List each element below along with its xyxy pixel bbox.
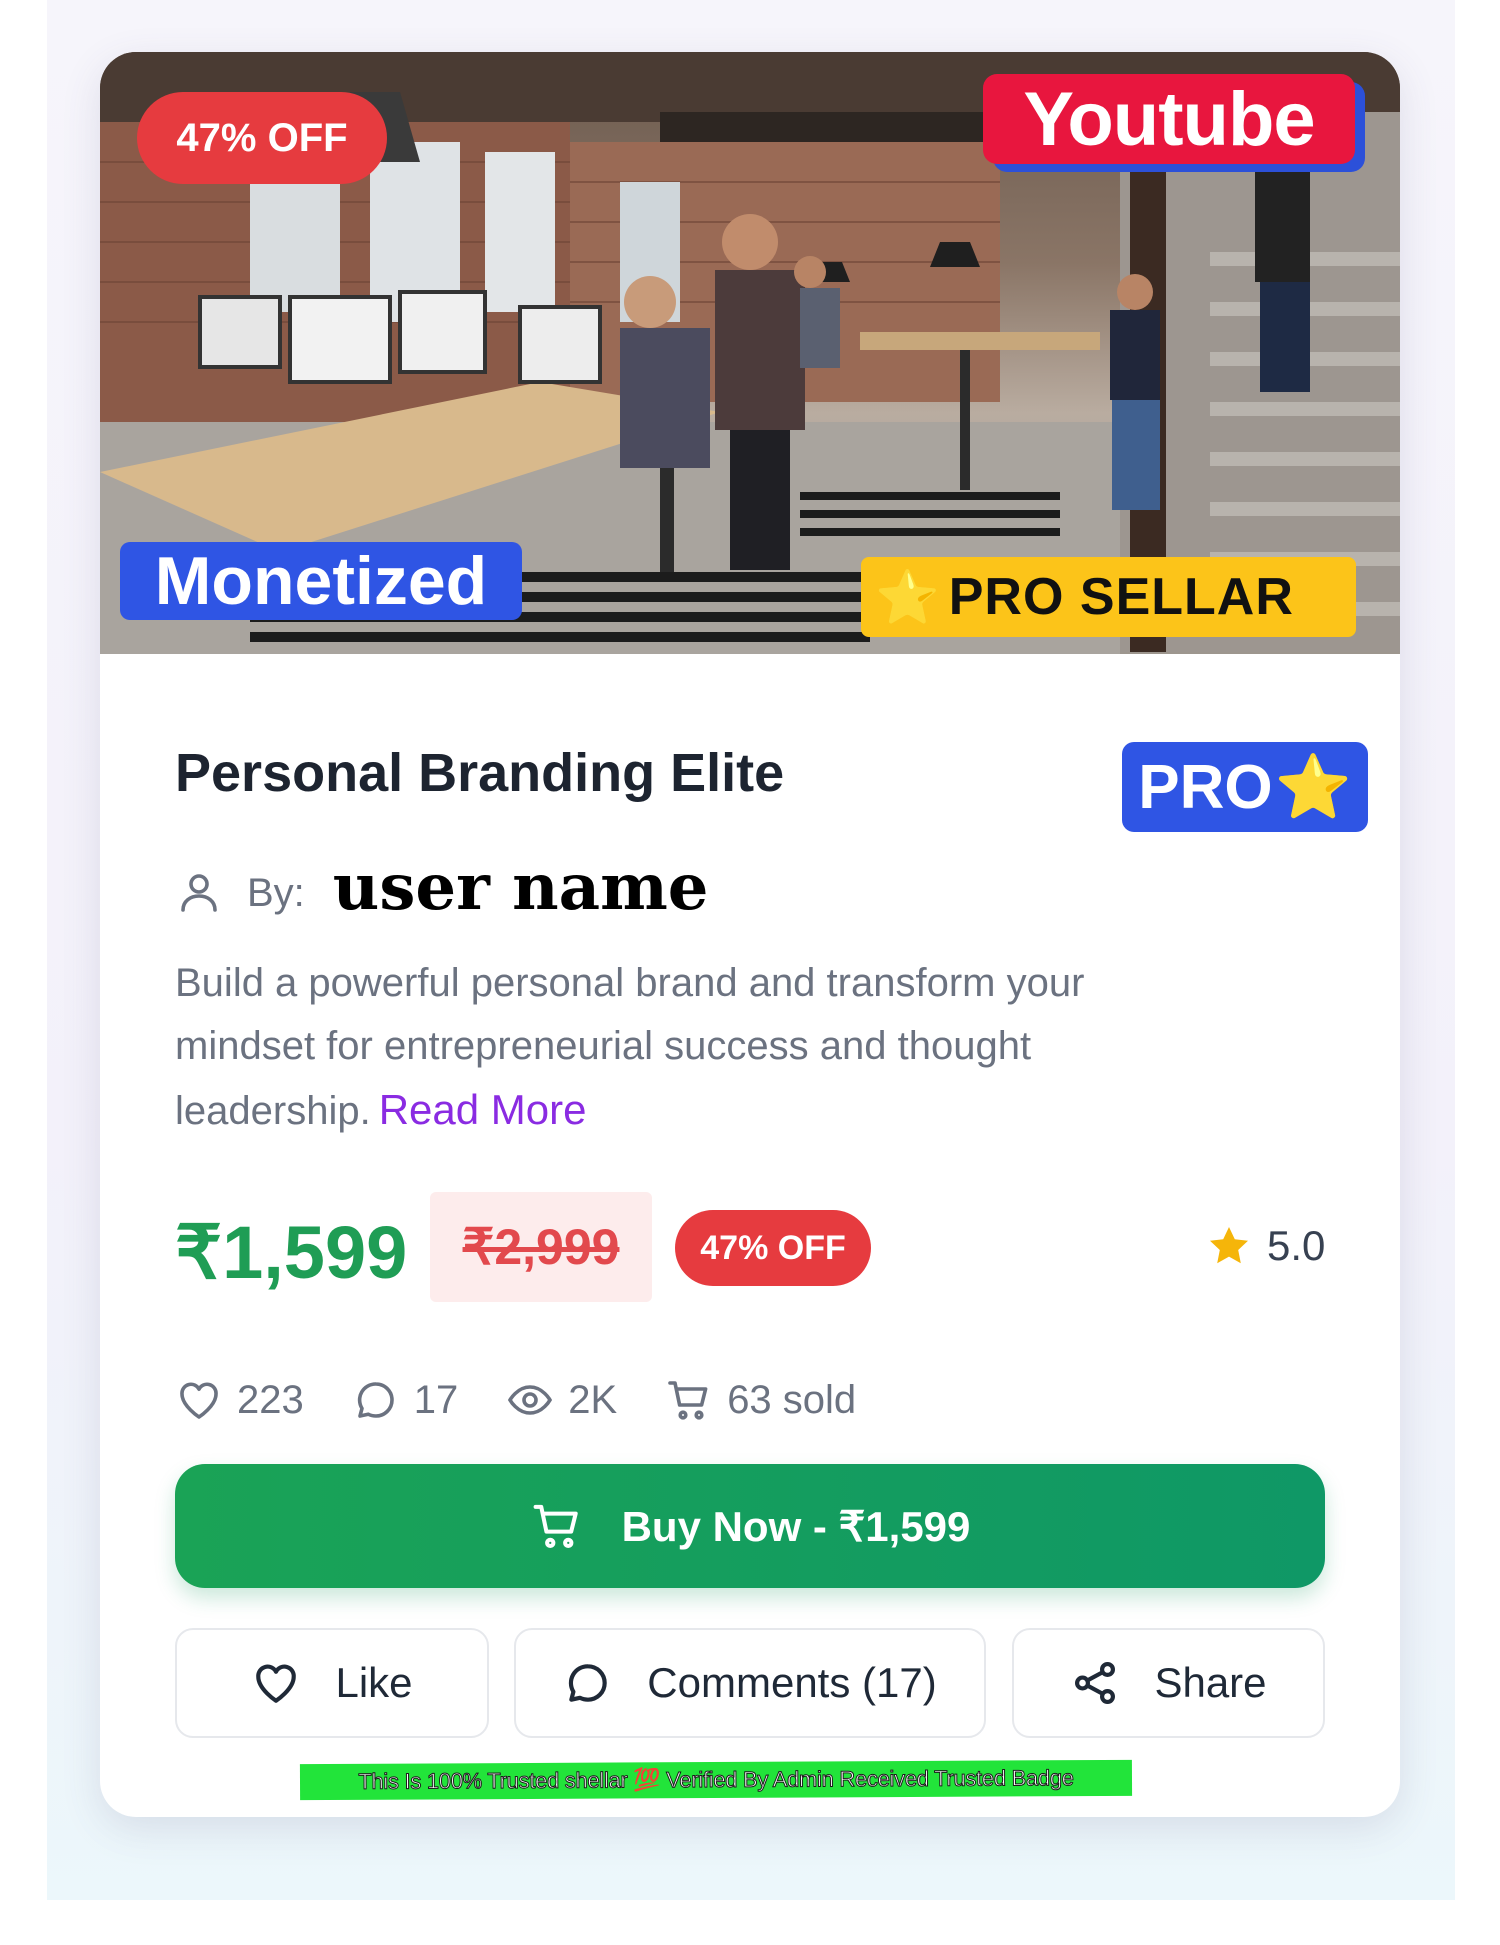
like-button[interactable]: Like <box>175 1628 489 1738</box>
cart-icon <box>533 1504 578 1549</box>
comments-label: Comments (17) <box>647 1659 937 1706</box>
product-thumbnail[interactable]: 47% OFF Youtube Monetized ⭐ PRO SELLAR <box>100 52 1400 654</box>
original-price: ₹2,999 <box>462 1219 620 1275</box>
heart-icon <box>256 1664 297 1703</box>
monetized-badge: Monetized <box>120 542 522 620</box>
views-count: 2K <box>568 1377 618 1422</box>
current-price: ₹1,599 <box>175 1211 408 1294</box>
youtube-badge: Youtube <box>983 74 1355 164</box>
rating-value: 5.0 <box>1267 1222 1326 1269</box>
comments-button[interactable]: Comments (17) <box>514 1628 986 1738</box>
cart-icon <box>668 1381 708 1420</box>
description-text: Build a powerful personal brand and tran… <box>175 961 1085 1133</box>
original-price-box: ₹2,999 <box>430 1192 652 1302</box>
likes-stat: 223 <box>175 1376 304 1424</box>
pro-label: PRO <box>1138 752 1273 822</box>
author-byline: By: user name <box>175 842 709 932</box>
buy-now-label: Buy Now - ₹1,599 <box>621 1502 971 1550</box>
trusted-seller-note: This Is 100% Trusted shellar 💯 Verified … <box>299 1759 1133 1801</box>
pro-badge: PRO ⭐ <box>1122 742 1368 832</box>
by-label: By: <box>247 870 305 915</box>
read-more-link[interactable]: Read More <box>379 1086 587 1133</box>
comment-icon <box>569 1664 608 1702</box>
share-label: Share <box>1154 1659 1267 1706</box>
rating: 5.0 <box>1205 1222 1325 1270</box>
star-icon: ⭐ <box>1274 752 1352 822</box>
sold-stat: 63 sold <box>665 1376 856 1424</box>
product-title[interactable]: Personal Branding Elite <box>175 742 784 804</box>
like-label: Like <box>335 1659 413 1706</box>
pro-seller-badge: ⭐ PRO SELLAR <box>861 557 1356 637</box>
heart-icon <box>180 1382 218 1419</box>
product-card[interactable]: 47% OFF Youtube Monetized ⭐ PRO SELLAR P… <box>100 52 1400 1817</box>
price-row: ₹1,599 ₹2,999 47% OFF 5.0 <box>175 1192 1335 1312</box>
discount-badge: 47% OFF <box>137 92 387 184</box>
views-stat: 2K <box>506 1376 617 1424</box>
share-button[interactable]: Share <box>1012 1628 1325 1738</box>
share-icon <box>1075 1661 1116 1705</box>
comment-icon <box>357 1382 394 1418</box>
user-icon <box>181 874 217 912</box>
star-icon: ⭐ <box>875 568 941 627</box>
star-icon <box>1210 1227 1248 1264</box>
comments-stat: 17 <box>352 1376 459 1424</box>
sold-count: 63 sold <box>727 1377 857 1422</box>
product-description: Build a powerful personal brand and tran… <box>175 952 1235 1143</box>
likes-count: 223 <box>237 1377 304 1422</box>
comments-count: 17 <box>413 1377 459 1422</box>
buy-now-button[interactable]: Buy Now - ₹1,599 <box>175 1464 1325 1588</box>
stats-row: 223 17 2K 63 sold <box>175 1370 904 1430</box>
price-discount-badge: 47% OFF <box>675 1210 871 1286</box>
eye-icon <box>508 1385 553 1415</box>
author-name[interactable]: user name <box>333 850 709 925</box>
pro-seller-label: PRO SELLAR <box>948 568 1294 626</box>
